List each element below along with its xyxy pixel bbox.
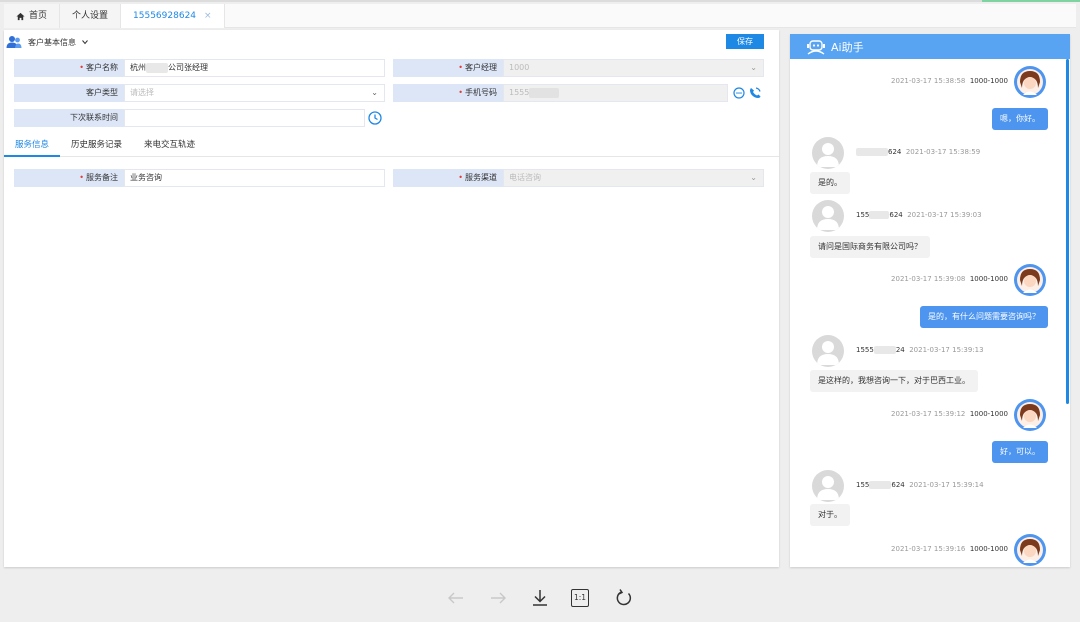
customer-name-row: • 客户名称 杭州 公司张经理: [14, 59, 385, 77]
customer-panel: 客户基本信息 保存 • 客户名称 杭州 公司张经理 • 客户经理 1000 ⌄ 客户类…: [4, 30, 779, 567]
chat-scrollbar[interactable]: [1066, 59, 1069, 404]
service-note-input[interactable]: 业务咨询: [124, 169, 385, 187]
message-meta: 2021-03-17 15:38:58 1000-1000: [891, 77, 1008, 85]
service-note-label: • 服务备注: [14, 169, 124, 187]
agent-avatar: [1014, 66, 1046, 98]
download-icon[interactable]: [530, 588, 550, 608]
phone-call-icon[interactable]: [748, 86, 762, 100]
tab-bar: 首页 个人设置 15556928624 ×: [4, 4, 1076, 28]
tab-customer-phone-label: 15556928624: [133, 11, 197, 21]
tab-call-trace[interactable]: 来电交互轨迹: [133, 135, 206, 157]
customer-avatar: [812, 470, 844, 502]
arrow-left-icon[interactable]: [446, 588, 466, 608]
section-title: 客户基本信息: [28, 37, 76, 47]
service-channel-label: • 服务渠道: [393, 169, 503, 187]
message-bubble-in: 请问是国际商务有限公司吗？: [810, 236, 930, 258]
customer-avatar: [812, 137, 844, 169]
message-meta: 624 2021-03-17 15:38:59: [856, 148, 980, 156]
customer-type-row: 客户类型 请选择 ⌄: [14, 84, 385, 102]
next-contact-label: 下次联系时间: [14, 109, 124, 127]
agent-avatar: [1014, 399, 1046, 431]
chat-title: Ai助手: [831, 40, 864, 54]
message-meta: 155 624 2021-03-17 15:39:03: [856, 211, 982, 219]
service-channel-select[interactable]: 电话咨询 ⌄: [503, 169, 764, 187]
message-bubble-in: 是的。: [810, 172, 850, 194]
customer-type-select[interactable]: 请选择 ⌄: [124, 84, 385, 102]
phone-row: • 手机号码 1555: [393, 84, 728, 102]
service-note-row: • 服务备注 业务咨询: [14, 169, 385, 187]
customer-name-label: • 客户名称: [14, 59, 124, 77]
customer-avatar: [812, 335, 844, 367]
tab-service-info[interactable]: 服务信息: [4, 135, 61, 157]
message-meta: 1555 24 2021-03-17 15:39:13: [856, 346, 984, 354]
message-bubble-out: 是的，有什么问题需要咨询吗？: [920, 306, 1048, 328]
tab-service-history[interactable]: 历史服务记录: [60, 135, 133, 157]
tab-personal-settings[interactable]: 个人设置: [60, 4, 122, 28]
refresh-icon[interactable]: [614, 588, 634, 608]
tab-close-icon[interactable]: ×: [204, 4, 212, 28]
account-manager-select[interactable]: 1000 ⌄: [503, 59, 764, 77]
top-border-accent: [982, 0, 1080, 2]
account-manager-row: • 客户经理 1000 ⌄: [393, 59, 764, 77]
chevron-down-icon: ⌄: [750, 63, 757, 72]
sub-tabs: 服务信息 历史服务记录 来电交互轨迹: [4, 135, 779, 157]
tab-personal-settings-label: 个人设置: [72, 11, 109, 21]
save-button[interactable]: 保存: [726, 34, 764, 49]
home-icon: [16, 12, 25, 20]
service-channel-row: • 服务渠道 电话咨询 ⌄: [393, 169, 764, 187]
message-bubble-out: 嗯，你好。: [992, 108, 1048, 130]
chat-bubble-icon[interactable]: [733, 87, 745, 99]
message-bubble-out: 好，可以。: [992, 441, 1048, 463]
message-bubble-in: 是这样的，我想咨询一下，对于巴西工业。: [810, 370, 978, 392]
robot-icon: [807, 39, 825, 55]
chevron-down-icon: ⌄: [750, 173, 757, 182]
chevron-down-icon: ⌄: [371, 88, 378, 97]
message-meta: 155 624 2021-03-17 15:39:14: [856, 481, 984, 489]
top-border: [0, 0, 1080, 2]
chat-header: Ai助手: [790, 34, 1070, 59]
tab-home[interactable]: 首页: [4, 4, 61, 28]
customer-avatar: [812, 200, 844, 232]
next-contact-input[interactable]: [124, 109, 365, 127]
users-icon: [6, 36, 22, 48]
clock-icon[interactable]: [368, 111, 382, 125]
chevron-down-icon: [82, 40, 88, 45]
phone-input[interactable]: 1555: [503, 84, 728, 102]
account-manager-label: • 客户经理: [393, 59, 503, 77]
message-meta: 2021-03-17 15:39:12 1000-1000: [891, 410, 1008, 418]
viewer-toolbar: 1:1: [0, 580, 1080, 616]
tab-home-label: 首页: [29, 11, 48, 21]
tab-customer-phone[interactable]: 15556928624 ×: [121, 4, 225, 28]
message-meta: 2021-03-17 15:39:08 1000-1000: [891, 275, 1008, 283]
phone-label: • 手机号码: [393, 84, 503, 102]
customer-type-label: 客户类型: [14, 84, 124, 102]
agent-avatar: [1014, 534, 1046, 566]
ai-assistant-panel: Ai助手 2021-03-17 15:38:58 1000-1000 嗯，你好。…: [790, 34, 1070, 567]
customer-name-input[interactable]: 杭州 公司张经理: [124, 59, 385, 77]
section-header[interactable]: 客户基本信息: [6, 34, 88, 50]
arrow-right-icon[interactable]: [488, 588, 508, 608]
actual-size-icon[interactable]: 1:1: [571, 589, 589, 607]
message-bubble-in: 对于。: [810, 504, 850, 526]
next-contact-row: 下次联系时间: [14, 109, 365, 127]
message-meta: 2021-03-17 15:39:16 1000-1000: [891, 545, 1008, 553]
agent-avatar: [1014, 264, 1046, 296]
